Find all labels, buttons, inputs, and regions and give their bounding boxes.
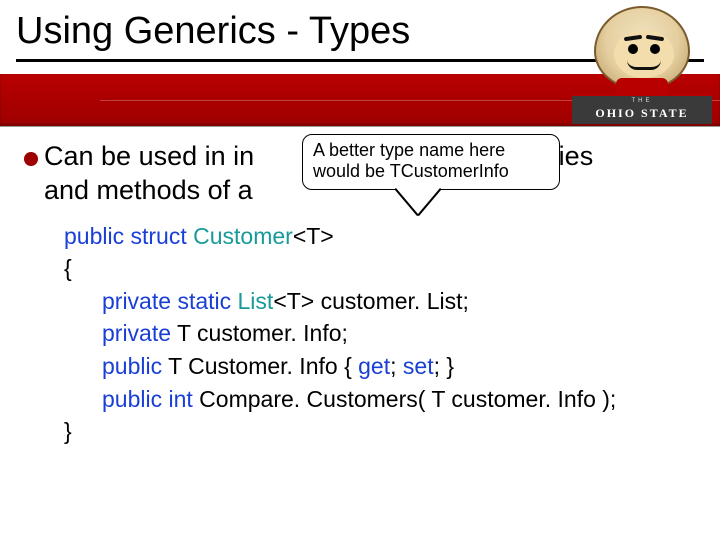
logo-top-text: THE bbox=[572, 98, 712, 104]
bullet-text-prefix: Can be used in in bbox=[44, 141, 254, 171]
ohio-state-logo: THE OHIO STATE bbox=[572, 6, 712, 124]
code-block: public struct Customer<T> { private stat… bbox=[64, 220, 696, 449]
callout-line2: would be TCustomerInfo bbox=[313, 161, 549, 182]
code-line-5: public int Compare. Customers( T custome… bbox=[102, 383, 696, 416]
code-line-1: public struct Customer<T> bbox=[64, 220, 696, 253]
code-line-3: private T customer. Info; bbox=[102, 317, 696, 350]
bullet-text-line2: and methods of a bbox=[44, 175, 253, 205]
brutus-mascot-icon bbox=[594, 6, 690, 98]
logo-banner: THE OHIO STATE bbox=[572, 94, 712, 124]
callout-box: A better type name here would be TCustom… bbox=[302, 134, 560, 190]
code-brace-open: { bbox=[64, 252, 696, 285]
callout-line1: A better type name here bbox=[313, 140, 549, 161]
code-line-4: public T Customer. Info { get; set; } bbox=[102, 350, 696, 383]
code-brace-close: } bbox=[64, 415, 696, 448]
callout-tail-icon bbox=[396, 188, 440, 214]
bullet-dot-icon bbox=[24, 152, 38, 166]
logo-main-text: OHIO STATE bbox=[595, 106, 688, 121]
code-line-2: private static List<T> customer. List; bbox=[102, 285, 696, 318]
slide: Using Generics - Types THE OHIO STATE A … bbox=[0, 0, 720, 540]
